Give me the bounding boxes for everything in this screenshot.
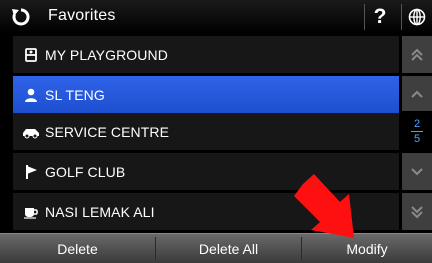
bottom-action-bar: Delete Delete All Modify [0,233,432,263]
flag-icon [21,162,41,182]
delete-button[interactable]: Delete [0,234,155,263]
double-chevron-up-icon [411,48,423,61]
list-item-label: GOLF CLUB [45,163,126,180]
list-item[interactable]: MY PLAYGROUND [13,36,399,73]
refresh-back-icon [12,8,30,26]
list-item-label: SL TENG [45,86,105,103]
help-button[interactable]: ? [365,2,395,32]
list-item[interactable]: NASI LEMAK ALI [13,193,399,230]
page-indicator: 2 5 [402,113,432,150]
modify-button[interactable]: Modify [302,234,432,263]
back-button[interactable] [8,4,34,30]
scroll-first-page-button[interactable] [402,36,432,73]
chevron-down-icon [411,167,423,175]
chevron-up-icon [411,90,423,98]
list-item[interactable]: SERVICE CENTRE [13,113,399,150]
fraction-line [411,131,423,132]
favorites-screen: Favorites ? MY PLAYGROUND SL TENG SERVIC… [0,0,432,263]
coffee-cup-icon [21,202,41,222]
scroll-up-button[interactable] [402,76,432,111]
list-item-label: MY PLAYGROUND [45,46,168,63]
list-item[interactable]: GOLF CLUB [13,153,399,190]
list-item-selected[interactable]: SL TENG [13,76,399,113]
person-icon [21,85,41,105]
car-icon [21,122,41,142]
header-bar: Favorites ? [0,0,432,34]
page-current: 2 [413,118,421,130]
page-total: 5 [413,133,421,145]
delete-all-button[interactable]: Delete All [156,234,301,263]
list-item-label: NASI LEMAK ALI [45,203,155,220]
page-title: Favorites [48,7,116,24]
globe-button[interactable] [402,2,432,32]
scroll-down-button[interactable] [402,153,432,190]
globe-icon [408,8,426,26]
scroll-last-page-button[interactable] [402,193,432,230]
double-chevron-down-icon [411,205,423,218]
list-item-label: SERVICE CENTRE [45,123,170,140]
playground-icon [21,45,41,65]
